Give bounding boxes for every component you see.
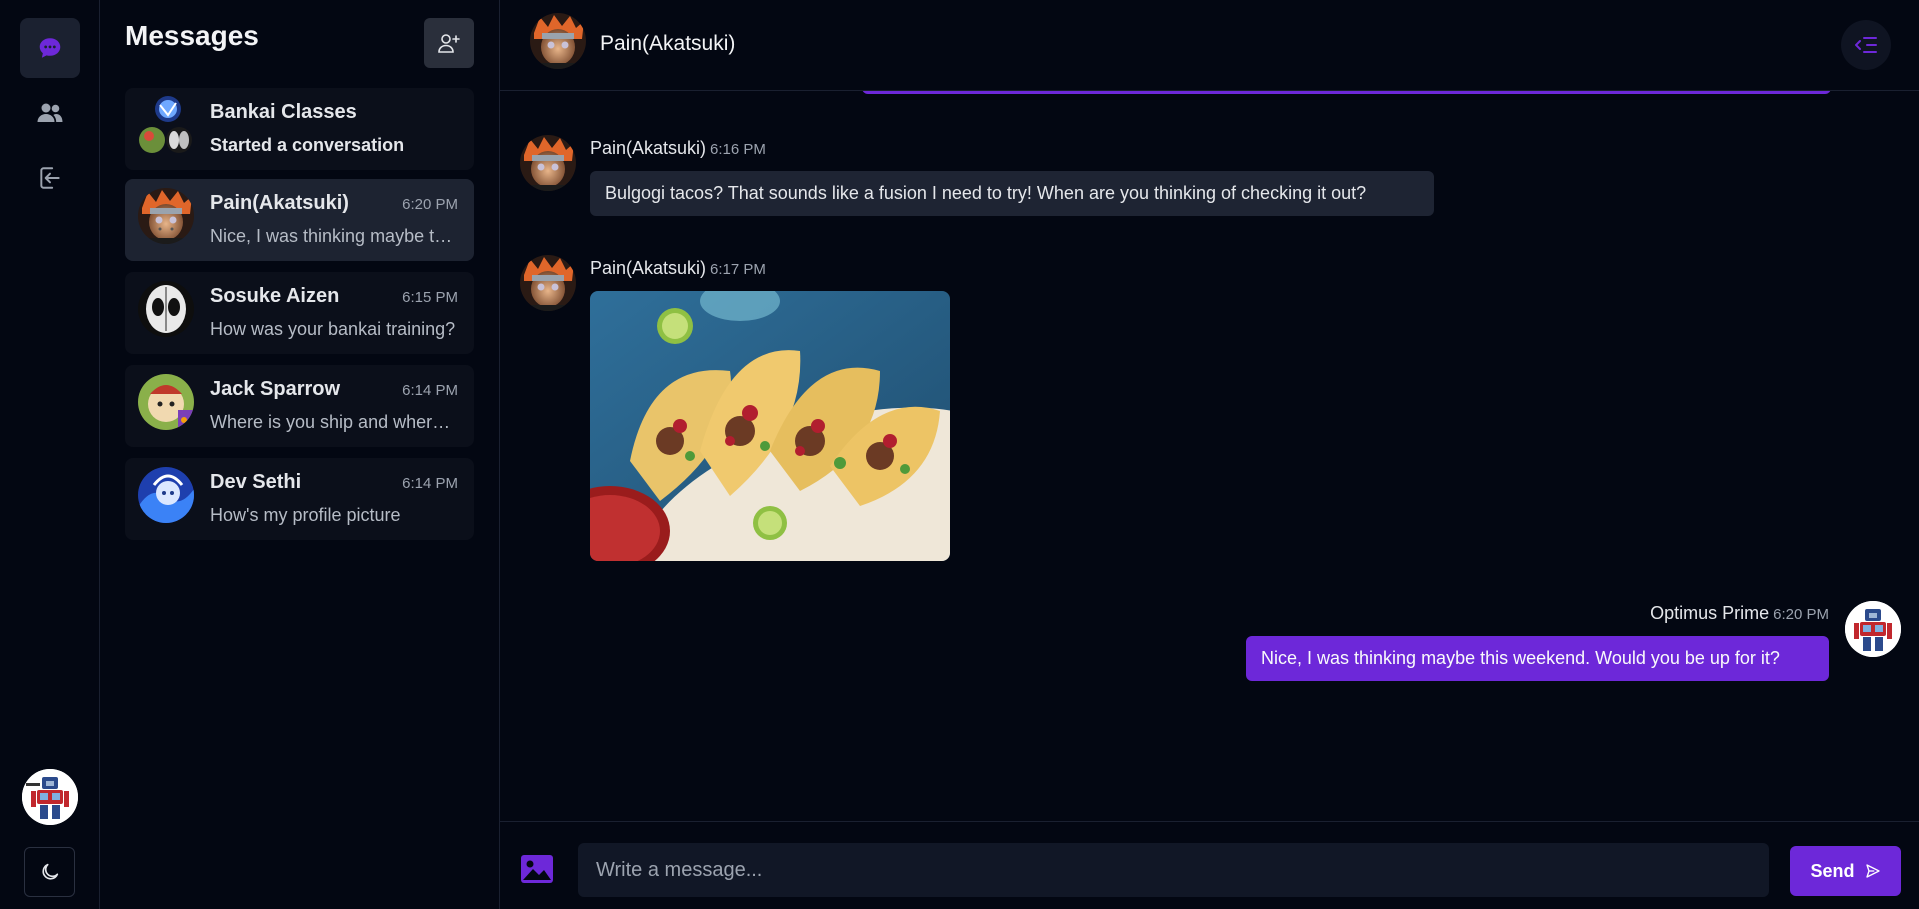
contact-avatar: [138, 281, 194, 337]
conversation-item-jack-sparrow[interactable]: Jack Sparrow 6:14 PM Where is you ship a…: [125, 365, 474, 447]
message-meta: Pain(Akatsuki) 6:17 PM: [590, 258, 766, 279]
optimus-avatar-image: [22, 769, 78, 825]
tacos-photo: [590, 291, 950, 561]
message-input[interactable]: [578, 843, 1769, 897]
conversation-time: 6:14 PM: [402, 475, 458, 492]
message-bubble: Nice, I was thinking maybe this weekend.…: [1246, 636, 1829, 681]
user-avatar[interactable]: [22, 769, 78, 825]
message-time: 6:20 PM: [1773, 606, 1829, 623]
chat-contact-name: Pain(Akatsuki): [600, 32, 736, 55]
conversation-preview: Nice, I was thinking maybe this weekend.…: [210, 226, 458, 246]
conversation-time: 6:20 PM: [402, 196, 458, 213]
details-panel-toggle[interactable]: [1841, 20, 1891, 70]
group-avatar: [138, 96, 194, 153]
theme-toggle-button[interactable]: [24, 847, 75, 897]
contact-avatar[interactable]: [530, 13, 586, 69]
message-avatar: [520, 135, 576, 191]
conversation-item-bankai-classes[interactable]: Bankai Classes Started a conversation: [125, 88, 474, 170]
contact-avatar: [138, 467, 194, 523]
conversation-name: Jack Sparrow: [210, 378, 341, 400]
moon-icon: [41, 863, 58, 880]
conversation-preview: Started a conversation: [210, 135, 405, 155]
conversation-time: 6:14 PM: [402, 382, 458, 399]
message-sender: Pain(Akatsuki): [590, 258, 707, 278]
message-bubble: Bulgogi tacos? That sounds like a fusion…: [590, 171, 1434, 216]
chats-nav-button[interactable]: [20, 18, 80, 78]
contacts-nav-button[interactable]: [20, 83, 80, 143]
app-window: Messages Bankai Classes Started a conver…: [0, 0, 1919, 909]
send-icon: [1865, 864, 1880, 878]
chat-bubble-icon: [39, 38, 61, 58]
conversation-name: Sosuke Aizen: [210, 285, 340, 307]
message-avatar: [1845, 601, 1901, 657]
message-image[interactable]: [590, 291, 950, 561]
add-contact-button[interactable]: [424, 18, 474, 68]
nav-rail: [0, 0, 100, 909]
conversation-name: Dev Sethi: [210, 471, 302, 493]
message-time: 6:17 PM: [710, 261, 766, 278]
attach-image-button[interactable]: [520, 854, 554, 884]
logout-nav-button[interactable]: [20, 148, 80, 208]
conversation-preview: How's my profile picture: [210, 505, 401, 525]
image-icon: [521, 855, 553, 883]
conversation-preview: How was your bankai training?: [210, 319, 456, 339]
conversation-item-sosuke-aizen[interactable]: Sosuke Aizen 6:15 PM How was your bankai…: [125, 272, 474, 354]
message-avatar: [520, 255, 576, 311]
message-sender: Optimus Prime: [1650, 603, 1770, 623]
logout-icon: [40, 167, 60, 189]
send-button[interactable]: Send: [1790, 846, 1901, 896]
contact-avatar: [138, 188, 194, 244]
panel-collapse-icon: [1855, 37, 1877, 53]
message-meta: Optimus Prime 6:20 PM: [1650, 603, 1829, 624]
users-icon: [37, 103, 63, 122]
conversation-preview: Where is you ship and where is the rum?: [210, 412, 458, 432]
message-sender: Pain(Akatsuki): [590, 138, 707, 158]
sidebar-title: Messages: [125, 20, 259, 51]
message-time: 6:16 PM: [710, 141, 766, 158]
send-label: Send: [1810, 860, 1855, 881]
chat-header: Pain(Akatsuki): [500, 0, 1919, 91]
message-meta: Pain(Akatsuki) 6:16 PM: [590, 138, 766, 159]
conversation-name: Bankai Classes: [210, 101, 357, 123]
conversation-item-pain-akatsuki[interactable]: Pain(Akatsuki) 6:20 PM Nice, I was think…: [125, 179, 474, 261]
conversation-item-dev-sethi[interactable]: Dev Sethi 6:14 PM How's my profile pictu…: [125, 458, 474, 540]
contact-avatar: [138, 374, 194, 430]
conversation-name: Pain(Akatsuki): [210, 192, 349, 214]
add-user-icon: [438, 34, 460, 53]
message-composer: Send: [500, 821, 1919, 909]
conversation-time: 6:15 PM: [402, 289, 458, 306]
conversation-sidebar: Messages Bankai Classes Started a conver…: [100, 0, 500, 909]
chat-panel: Pain(Akatsuki) Pain(Akatsuki) 6:16 PM Bu…: [500, 0, 1919, 909]
